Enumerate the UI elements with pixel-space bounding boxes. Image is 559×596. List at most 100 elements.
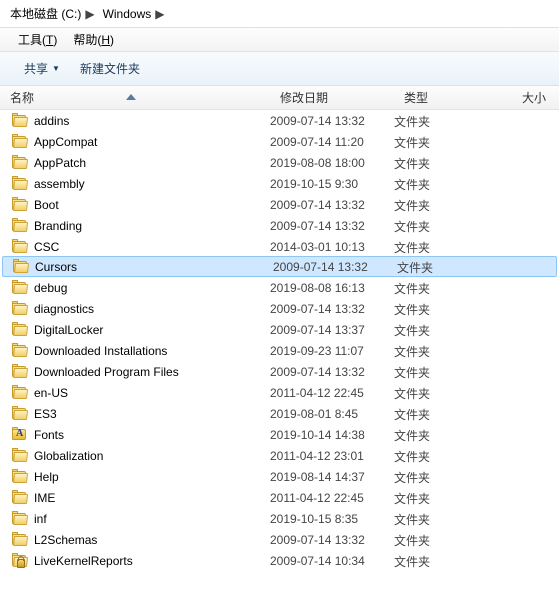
cell-type: 文件夹 — [394, 469, 512, 486]
address-bar[interactable]: 本地磁盘 (C:) ▶ Windows ▶ — [0, 0, 559, 28]
folder-icon — [12, 512, 28, 526]
cell-type: 文件夹 — [394, 490, 512, 507]
file-name: Cursors — [35, 260, 77, 274]
cell-date: 2009-07-14 13:32 — [270, 114, 394, 128]
menubar: 工具(T) 帮助(H) — [0, 28, 559, 52]
menu-help[interactable]: 帮助(H) — [65, 31, 122, 48]
file-row[interactable]: IME 2011-04-12 22:45文件夹 — [0, 487, 559, 508]
file-name: Help — [34, 470, 59, 484]
cell-type: 文件夹 — [394, 134, 512, 151]
file-name: CSC — [34, 240, 59, 254]
folder-icon — [12, 240, 28, 254]
cell-type: 文件夹 — [394, 532, 512, 549]
file-name: Downloaded Installations — [34, 344, 167, 358]
cell-name: Globalization — [0, 449, 270, 463]
file-row[interactable]: DigitalLocker2009-07-14 13:37文件夹 — [0, 319, 559, 340]
file-name: Downloaded Program Files — [34, 365, 179, 379]
folder-icon — [12, 386, 28, 400]
cell-type: 文件夹 — [394, 155, 512, 172]
breadcrumb-segment-folder[interactable]: Windows — [97, 7, 154, 21]
column-header-size[interactable]: 大小 — [512, 89, 559, 106]
file-name: DigitalLocker — [34, 323, 103, 337]
folder-icon — [12, 219, 28, 233]
file-name: AppCompat — [34, 135, 97, 149]
cell-date: 2009-07-14 13:32 — [270, 219, 394, 233]
file-list[interactable]: addins2009-07-14 13:32文件夹AppCompat2009-0… — [0, 110, 559, 571]
menu-help-pre: 帮助( — [73, 33, 101, 47]
file-row[interactable]: Fonts2019-10-14 14:38文件夹 — [0, 424, 559, 445]
file-name: IME — [34, 491, 55, 505]
file-row[interactable]: assembly2019-10-15 9:30文件夹 — [0, 173, 559, 194]
cell-name: AppPatch — [0, 156, 270, 170]
file-row[interactable]: inf2019-10-15 8:35文件夹 — [0, 508, 559, 529]
fonts-folder-icon — [12, 428, 28, 442]
folder-icon — [12, 323, 28, 337]
file-row[interactable]: Downloaded Installations2019-09-23 11:07… — [0, 340, 559, 361]
folder-icon — [12, 302, 28, 316]
cell-type: 文件夹 — [397, 259, 515, 276]
share-label: 共享 — [24, 60, 48, 77]
file-row[interactable]: en-US 2011-04-12 22:45文件夹 — [0, 382, 559, 403]
cell-type: 文件夹 — [394, 218, 512, 235]
cell-type: 文件夹 — [394, 176, 512, 193]
folder-icon — [13, 260, 29, 274]
file-row[interactable]: Help2019-08-14 14:37文件夹 — [0, 466, 559, 487]
file-row[interactable]: Boot2009-07-14 13:32文件夹 — [0, 194, 559, 215]
file-row[interactable]: LiveKernelReports2009-07-14 10:34文件夹 — [0, 550, 559, 571]
file-row[interactable]: Branding2009-07-14 13:32文件夹 — [0, 215, 559, 236]
file-row[interactable]: diagnostics 2009-07-14 13:32文件夹 — [0, 298, 559, 319]
file-row[interactable]: AppPatch2019-08-08 18:00文件夹 — [0, 152, 559, 173]
chevron-right-icon[interactable]: ▶ — [83, 7, 96, 21]
cell-name: DigitalLocker — [0, 323, 270, 337]
file-row[interactable]: Cursors 2009-07-14 13:32文件夹 — [2, 256, 557, 277]
folder-icon — [12, 114, 28, 128]
folder-icon — [12, 156, 28, 170]
cell-name: LiveKernelReports — [0, 554, 270, 568]
column-headers: 名称 修改日期 类型 大小 — [0, 86, 559, 110]
file-row[interactable]: Downloaded Program Files 2009-07-14 13:32… — [0, 361, 559, 382]
cell-date: 2009-07-14 13:32 — [270, 302, 394, 316]
file-row[interactable]: AppCompat2009-07-14 11:20文件夹 — [0, 131, 559, 152]
cell-date: 2014-03-01 10:13 — [270, 240, 394, 254]
file-name: LiveKernelReports — [34, 554, 133, 568]
cell-type: 文件夹 — [394, 322, 512, 339]
folder-icon — [12, 198, 28, 212]
cell-date: 2019-08-08 16:13 — [270, 281, 394, 295]
menu-tools[interactable]: 工具(T) — [10, 31, 65, 48]
cell-date: 2009-07-14 13:32 — [270, 365, 394, 379]
column-header-name[interactable]: 名称 — [0, 89, 270, 106]
chevron-right-icon[interactable]: ▶ — [153, 7, 166, 21]
file-row[interactable]: Globalization2011-04-12 23:01文件夹 — [0, 445, 559, 466]
cell-type: 文件夹 — [394, 385, 512, 402]
cell-date: 2011-04-12 22:45 — [270, 491, 394, 505]
share-button[interactable]: 共享 ▼ — [14, 52, 70, 85]
breadcrumb-segment-drive[interactable]: 本地磁盘 (C:) — [4, 5, 83, 22]
cell-date: 2009-07-14 13:32 — [273, 260, 397, 274]
new-folder-label: 新建文件夹 — [80, 60, 140, 77]
cell-date: 2009-07-14 13:32 — [270, 198, 394, 212]
column-header-type[interactable]: 类型 — [394, 89, 512, 106]
file-name: addins — [34, 114, 69, 128]
column-header-date[interactable]: 修改日期 — [270, 89, 394, 106]
new-folder-button[interactable]: 新建文件夹 — [70, 52, 150, 85]
file-row[interactable]: addins2009-07-14 13:32文件夹 — [0, 110, 559, 131]
folder-icon — [12, 177, 28, 191]
cell-date: 2019-08-08 18:00 — [270, 156, 394, 170]
cell-name: Fonts — [0, 428, 270, 442]
cell-name: L2Schemas — [0, 533, 270, 547]
cell-date: 2019-10-15 8:35 — [270, 512, 394, 526]
cell-type: 文件夹 — [394, 427, 512, 444]
file-row[interactable]: ES32019-08-01 8:45文件夹 — [0, 403, 559, 424]
file-name: Boot — [34, 198, 59, 212]
cell-type: 文件夹 — [394, 301, 512, 318]
file-name: diagnostics — [34, 302, 94, 316]
file-row[interactable]: L2Schemas2009-07-14 13:32文件夹 — [0, 529, 559, 550]
file-name: en-US — [34, 386, 68, 400]
folder-icon — [12, 533, 28, 547]
file-row[interactable]: debug2019-08-08 16:13文件夹 — [0, 277, 559, 298]
cell-date: 2011-04-12 22:45 — [270, 386, 394, 400]
sort-ascending-icon — [126, 94, 136, 100]
cell-name: addins — [0, 114, 270, 128]
dropdown-arrow-icon: ▼ — [52, 64, 60, 73]
file-row[interactable]: CSC2014-03-01 10:13文件夹 — [0, 236, 559, 257]
